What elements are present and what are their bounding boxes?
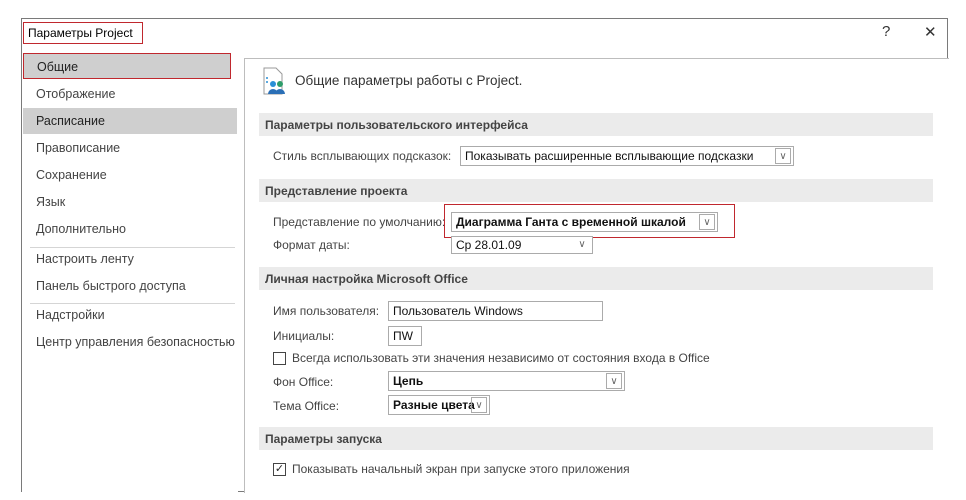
chevron-down-icon: ∨	[699, 214, 715, 230]
sidebar-item-general[interactable]: Общие	[23, 53, 231, 79]
chevron-down-icon: ∨	[606, 373, 622, 389]
tooltip-style-label: Стиль всплывающих подсказок:	[273, 149, 452, 163]
sidebar-item-proofing[interactable]: Правописание	[23, 135, 237, 161]
default-view-label: Представление по умолчанию:	[273, 215, 446, 229]
office-background-label: Фон Office:	[273, 375, 334, 389]
sidebar-item-display[interactable]: Отображение	[23, 81, 237, 107]
office-background-value: Цепь	[393, 374, 424, 388]
show-start-screen-checkbox[interactable]: ✓	[273, 463, 286, 476]
section-personalize-office: Личная настройка Microsoft Office	[259, 267, 933, 290]
sidebar-item-addins[interactable]: Надстройки	[23, 302, 237, 328]
sidebar-item-schedule[interactable]: Расписание	[23, 108, 237, 134]
date-format-label: Формат даты:	[273, 238, 350, 252]
sidebar-item-save[interactable]: Сохранение	[23, 162, 237, 188]
sidebar-item-language[interactable]: Язык	[23, 189, 237, 215]
tooltip-style-select[interactable]: Показывать расширенные всплывающие подск…	[460, 146, 794, 166]
sidebar: Общие Отображение Расписание Правописани…	[22, 48, 238, 492]
always-use-label: Всегда использовать эти значения независ…	[292, 351, 710, 365]
general-options-icon	[261, 67, 287, 97]
username-label: Имя пользователя:	[273, 304, 380, 318]
content-panel: Общие параметры работы с Project. Параме…	[244, 58, 949, 493]
chevron-down-icon: ∨	[471, 397, 487, 413]
sidebar-item-trust-center[interactable]: Центр управления безопасностью	[23, 329, 237, 355]
help-button[interactable]: ?	[882, 23, 890, 40]
always-use-checkbox[interactable]	[273, 352, 286, 365]
office-theme-select[interactable]: Разные цвета ∨	[388, 395, 490, 415]
show-start-screen-label: Показывать начальный экран при запуске э…	[292, 462, 630, 476]
office-theme-label: Тема Office:	[273, 399, 340, 413]
default-view-select[interactable]: Диаграмма Ганта с временной шкалой ∨	[451, 212, 718, 232]
date-format-select[interactable]: Ср 28.01.09 ∨	[451, 236, 593, 254]
office-theme-value: Разные цвета	[393, 398, 475, 412]
dialog-title: Параметры Project	[23, 22, 143, 44]
chevron-down-icon: ∨	[775, 148, 791, 164]
section-ui-options: Параметры пользовательского интерфейса	[259, 113, 933, 136]
sidebar-item-customize-ribbon[interactable]: Настроить ленту	[23, 246, 237, 272]
date-format-value: Ср 28.01.09	[456, 238, 522, 252]
close-button[interactable]: ✕	[924, 23, 937, 41]
username-input[interactable]: Пользователь Windows	[388, 301, 603, 321]
office-background-select[interactable]: Цепь ∨	[388, 371, 625, 391]
section-startup-options: Параметры запуска	[259, 427, 933, 450]
initials-label: Инициалы:	[273, 329, 335, 343]
tooltip-style-value: Показывать расширенные всплывающие подск…	[465, 149, 754, 163]
chevron-down-icon: ∨	[578, 239, 586, 250]
options-dialog: Параметры Project ? ✕ Общие Отображение …	[21, 18, 949, 493]
section-project-view: Представление проекта	[259, 179, 933, 202]
default-view-value: Диаграмма Ганта с временной шкалой	[456, 215, 686, 229]
sidebar-item-advanced[interactable]: Дополнительно	[23, 216, 237, 242]
initials-input[interactable]: ПW	[388, 326, 422, 346]
sidebar-item-quick-access[interactable]: Панель быстрого доступа	[23, 273, 237, 299]
page-heading: Общие параметры работы с Project.	[295, 73, 523, 88]
